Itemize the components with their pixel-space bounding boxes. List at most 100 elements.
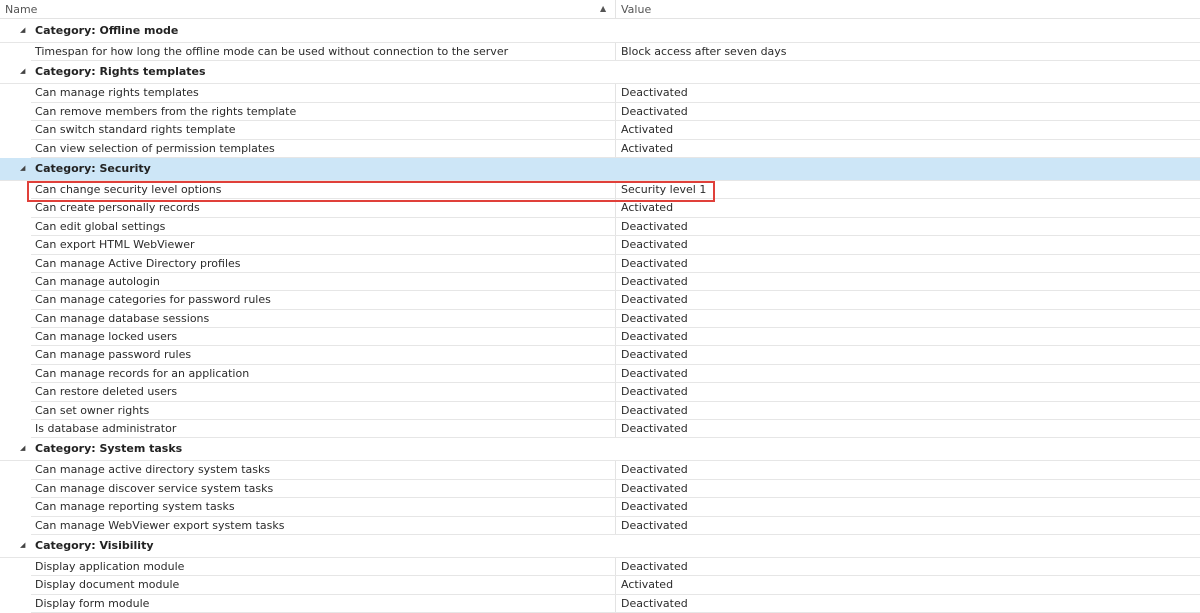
setting-value[interactable]: Deactivated	[621, 463, 688, 476]
setting-row[interactable]: Can create personally records Activated	[31, 199, 1200, 218]
collapse-triangle-icon[interactable]: ◢	[20, 164, 25, 172]
setting-value[interactable]: Deactivated	[621, 597, 688, 610]
setting-row[interactable]: Display document module Activated	[31, 576, 1200, 595]
setting-row[interactable]: Can manage records for an application Dea…	[31, 364, 1200, 384]
setting-row[interactable]: Timespan for how long the offline mode c…	[31, 43, 1200, 62]
category-title: Category: Security	[35, 161, 151, 175]
setting-value[interactable]: Activated	[621, 142, 673, 155]
category-row[interactable]: ◢ Category: Rights templates	[0, 61, 1200, 85]
setting-name: Can set owner rights	[35, 403, 150, 417]
value-column-header[interactable]: Value	[621, 3, 651, 16]
setting-row[interactable]: Can manage rights templates Deactivated	[31, 84, 1200, 103]
collapse-triangle-icon[interactable]: ◢	[20, 444, 25, 452]
setting-value[interactable]: Deactivated	[621, 293, 688, 306]
setting-value[interactable]: Activated	[621, 123, 673, 136]
setting-row[interactable]: Display application module Deactivated	[31, 557, 1200, 577]
setting-name: Can manage database sessions	[35, 311, 210, 325]
setting-value[interactable]: Deactivated	[621, 422, 688, 435]
setting-name: Timespan for how long the offline mode c…	[35, 45, 509, 58]
cell-divider	[615, 516, 616, 534]
sort-ascending-icon[interactable]: ▲	[600, 4, 606, 13]
setting-row[interactable]: Can manage locked users Deactivated	[31, 328, 1200, 347]
setting-name: Can manage WebViewer export system tasks	[35, 518, 285, 532]
setting-row[interactable]: Can change security level options Securit…	[31, 180, 1200, 200]
cell-divider	[615, 236, 616, 254]
setting-value[interactable]: Deactivated	[621, 519, 688, 532]
cell-divider	[615, 364, 616, 383]
setting-name: Can manage autologin	[35, 274, 160, 288]
setting-value[interactable]: Deactivated	[621, 220, 688, 233]
column-splitter[interactable]	[615, 0, 616, 18]
setting-name: Can manage records for an application	[35, 366, 250, 380]
setting-value[interactable]: Deactivated	[621, 312, 688, 325]
setting-row[interactable]: Can manage WebViewer export system tasks…	[31, 516, 1200, 535]
setting-value[interactable]: Deactivated	[621, 105, 688, 118]
setting-name: Can manage reporting system tasks	[35, 500, 235, 514]
cell-divider	[615, 309, 616, 328]
setting-name: Can remove members from the rights templ…	[35, 104, 297, 118]
collapse-triangle-icon[interactable]: ◢	[20, 67, 25, 75]
setting-name: Display document module	[35, 578, 180, 592]
setting-row[interactable]: Can restore deleted users Deactivated	[31, 383, 1200, 402]
setting-value[interactable]: Deactivated	[621, 482, 688, 495]
category-title: Category: Visibility	[35, 538, 154, 552]
setting-row[interactable]: Can switch standard rights template Activ…	[31, 121, 1200, 140]
setting-value[interactable]: Deactivated	[621, 560, 688, 573]
setting-row[interactable]: Can manage categories for password rules…	[31, 291, 1200, 310]
setting-value[interactable]: Deactivated	[621, 367, 688, 380]
setting-row[interactable]: Can manage active directory system tasks…	[31, 461, 1200, 480]
setting-value[interactable]: Deactivated	[621, 404, 688, 417]
setting-value[interactable]: Deactivated	[621, 348, 688, 361]
setting-row[interactable]: Can manage Active Directory profiles Deac…	[31, 254, 1200, 273]
cell-divider	[615, 43, 616, 61]
setting-row[interactable]: Can manage reporting system tasks Deactiv…	[31, 498, 1200, 517]
setting-value[interactable]: Block access after seven days	[621, 45, 787, 58]
setting-row[interactable]: Can export HTML WebViewer Deactivated	[31, 236, 1200, 255]
setting-row[interactable]: Display form module Deactivated	[31, 594, 1200, 613]
cell-divider	[615, 121, 616, 139]
setting-row[interactable]: Can manage autologin Deactivated	[31, 272, 1200, 292]
cell-divider	[615, 346, 616, 364]
setting-row[interactable]: Can remove members from the rights templ…	[31, 102, 1200, 122]
cell-divider	[615, 84, 616, 102]
setting-value[interactable]: Security level 1	[621, 183, 706, 196]
setting-name: Can manage password rules	[35, 348, 192, 362]
category-row[interactable]: ◢ Category: Offline mode	[0, 20, 1200, 43]
setting-value[interactable]: Deactivated	[621, 330, 688, 343]
setting-name: Can switch standard rights template	[35, 123, 236, 137]
setting-row[interactable]: Can manage discover service system tasks…	[31, 479, 1200, 499]
category-row[interactable]: ◢ Category: Visibility	[0, 535, 1200, 558]
setting-row[interactable]: Can manage password rules Deactivated	[31, 346, 1200, 365]
cell-divider	[615, 461, 616, 479]
cell-divider	[615, 328, 616, 346]
setting-value[interactable]: Deactivated	[621, 86, 688, 99]
setting-name: Can view selection of permission templat…	[35, 141, 275, 155]
setting-value[interactable]: Deactivated	[621, 257, 688, 270]
setting-value[interactable]: Activated	[621, 578, 673, 591]
settings-grid: Name ▲ Value ◢ Category: Offline mode Time…	[0, 0, 1200, 613]
cell-divider	[615, 139, 616, 157]
setting-value[interactable]: Deactivated	[621, 238, 688, 251]
setting-row[interactable]: Can set owner rights Deactivated	[31, 401, 1200, 421]
setting-name: Can create personally records	[35, 201, 200, 215]
setting-value[interactable]: Deactivated	[621, 385, 688, 398]
grid-rows: ◢ Category: Offline mode Timespan for how …	[0, 20, 1200, 613]
setting-row[interactable]: Is database administrator Deactivated	[31, 420, 1200, 439]
setting-name: Can manage rights templates	[35, 86, 199, 100]
setting-name: Is database administrator	[35, 422, 177, 436]
category-row[interactable]: ◢ Category: System tasks	[0, 438, 1200, 462]
setting-value[interactable]: Activated	[621, 201, 673, 214]
setting-value[interactable]: Deactivated	[621, 275, 688, 288]
collapse-triangle-icon[interactable]: ◢	[20, 541, 25, 549]
cell-divider	[615, 199, 616, 217]
cell-divider	[615, 498, 616, 516]
setting-name: Can edit global settings	[35, 219, 166, 233]
setting-row[interactable]: Can manage database sessions Deactivated	[31, 309, 1200, 329]
setting-row[interactable]: Can view selection of permission templat…	[31, 139, 1200, 158]
setting-value[interactable]: Deactivated	[621, 500, 688, 513]
category-row[interactable]: ◢ Category: Security	[0, 157, 1200, 181]
setting-row[interactable]: Can edit global settings Deactivated	[31, 217, 1200, 237]
collapse-triangle-icon[interactable]: ◢	[20, 26, 25, 34]
setting-name: Can manage categories for password rules	[35, 293, 271, 307]
name-column-header[interactable]: Name	[5, 3, 37, 16]
